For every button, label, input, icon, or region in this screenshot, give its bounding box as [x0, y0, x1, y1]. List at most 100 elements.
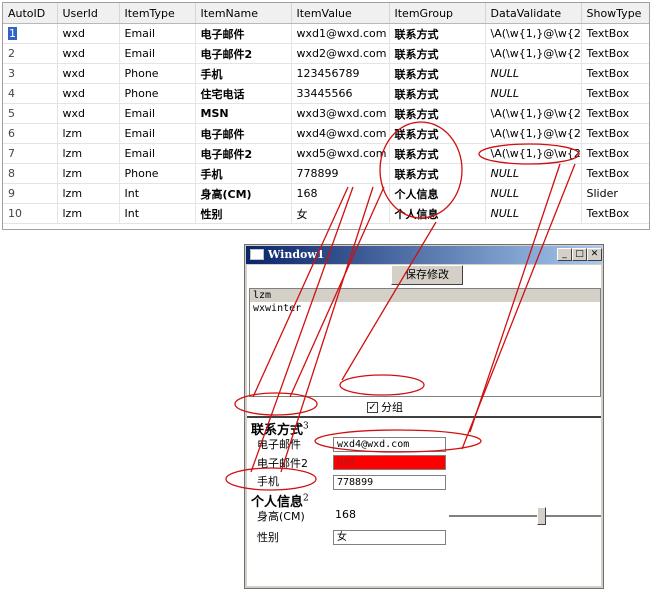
col-header-userid[interactable]: UserId [57, 3, 120, 24]
table-cell[interactable]: 3 [3, 63, 58, 84]
close-button[interactable]: ✕ [587, 248, 602, 261]
table-cell[interactable]: NULL [485, 183, 582, 204]
table-cell[interactable]: \A(\w{1,}@\w{2... [485, 43, 582, 64]
table-cell[interactable]: 电子邮件2 [195, 143, 292, 164]
email2-field[interactable]: ddd [333, 455, 446, 470]
col-header-itemtype[interactable]: ItemType [119, 3, 196, 24]
table-cell[interactable]: Email [119, 103, 196, 124]
table-cell[interactable]: 联系方式 [389, 143, 486, 164]
table-cell[interactable]: 168 [291, 183, 390, 204]
table-cell[interactable]: Phone [119, 63, 196, 84]
table-cell[interactable]: TextBox [581, 143, 649, 164]
table-cell[interactable]: 5 [3, 103, 58, 124]
table-cell[interactable]: Int [119, 203, 196, 224]
table-cell[interactable]: Phone [119, 163, 196, 184]
table-cell[interactable]: 身高(CM) [195, 183, 292, 204]
table-cell[interactable]: Email [119, 23, 196, 44]
table-row[interactable]: 5 wxd Email MSN wxd3@wxd.com 联系方式 \A(\w{1,}@\w… [3, 103, 649, 124]
table-cell[interactable]: 手机 [195, 63, 292, 84]
table-cell[interactable]: wxd [57, 43, 120, 64]
table-cell[interactable]: 9 [3, 183, 58, 204]
table-cell[interactable]: Email [119, 43, 196, 64]
height-slider-track[interactable] [449, 515, 601, 517]
table-row[interactable]: 8 lzm Phone 手机 778899 联系方式 NULL TextBox [3, 163, 649, 184]
table-row[interactable]: 10 lzm Int 性别女个人信息 NULL TextBox [3, 203, 649, 224]
table-cell[interactable]: 联系方式 [389, 63, 486, 84]
table-cell[interactable]: wxd5@wxd.com [291, 143, 390, 164]
table-cell[interactable]: TextBox [581, 123, 649, 144]
table-cell[interactable]: \A(\w{1,}@\w{2... [485, 123, 582, 144]
table-cell[interactable]: Slider [581, 183, 649, 204]
table-cell[interactable]: lzm [57, 183, 120, 204]
table-cell[interactable]: 联系方式 [389, 123, 486, 144]
table-cell[interactable]: NULL [485, 163, 582, 184]
table-row[interactable]: 6 lzm Email 电子邮件 wxd4@wxd.com 联系方式 \A(\w{1,}@\… [3, 123, 649, 144]
table-cell[interactable]: 女 [291, 203, 390, 224]
table-cell[interactable]: Email [119, 123, 196, 144]
table-cell[interactable]: wxd1@wxd.com [291, 23, 390, 44]
table-cell[interactable]: TextBox [581, 203, 649, 224]
table-cell[interactable]: TextBox [581, 103, 649, 124]
col-header-itemname[interactable]: ItemName [195, 3, 292, 24]
table-cell[interactable]: wxd3@wxd.com [291, 103, 390, 124]
height-slider-thumb[interactable] [537, 507, 546, 525]
table-cell[interactable]: 7 [3, 143, 58, 164]
table-cell[interactable]: Email [119, 143, 196, 164]
table-cell[interactable]: 123456789 [291, 63, 390, 84]
table-cell[interactable]: TextBox [581, 63, 649, 84]
gender-field[interactable]: 女 [333, 530, 446, 545]
col-header-itemvalue[interactable]: ItemValue [291, 3, 390, 24]
table-cell[interactable]: NULL [485, 63, 582, 84]
user-list-item-lzm[interactable]: lzm [250, 289, 600, 302]
table-cell[interactable]: 联系方式 [389, 23, 486, 44]
table-cell[interactable]: 联系方式 [389, 163, 486, 184]
col-header-showtype[interactable]: ShowType [581, 3, 649, 24]
table-cell[interactable]: 电子邮件2 [195, 43, 292, 64]
table-row[interactable]: 2 wxd Email 电子邮件2 wxd2@wxd.com 联系方式 \A(\w{1,}@… [3, 43, 649, 64]
table-cell[interactable]: wxd [57, 103, 120, 124]
table-cell[interactable]: \A(\w{1,}@\w{2... [485, 103, 582, 124]
table-cell[interactable]: MSN [195, 103, 292, 124]
data-grid[interactable]: AutoID UserId ItemType ItemName ItemValu… [2, 2, 650, 230]
table-cell[interactable]: 住宅电话 [195, 83, 292, 104]
table-cell[interactable]: 联系方式 [389, 43, 486, 64]
user-listbox[interactable]: lzm wxwinter [249, 288, 601, 397]
table-cell[interactable]: \A(\w{1,}@\w{2... [485, 143, 582, 164]
minimize-button[interactable]: _ [557, 248, 572, 261]
table-cell[interactable]: NULL [485, 203, 582, 224]
checkbox-check-icon[interactable]: ✓ [367, 401, 378, 413]
table-cell[interactable]: 手机 [195, 163, 292, 184]
table-cell[interactable]: 33445566 [291, 83, 390, 104]
table-cell[interactable]: TextBox [581, 43, 649, 64]
table-cell[interactable]: 联系方式 [389, 83, 486, 104]
table-cell[interactable]: 个人信息 [389, 183, 486, 204]
table-cell[interactable]: 电子邮件 [195, 123, 292, 144]
table-row[interactable]: 1 wxd Email 电子邮件 wxd1@wxd.com 联系方式 \A(\w{1,}@\… [3, 23, 649, 44]
save-changes-button[interactable]: 保存修改 [391, 265, 463, 285]
email-field[interactable]: wxd4@wxd.com [333, 437, 446, 452]
group-checkbox[interactable]: ✓ 分组 [367, 399, 403, 415]
col-header-datavalidate[interactable]: DataValidate [485, 3, 582, 24]
table-cell[interactable]: wxd4@wxd.com [291, 123, 390, 144]
table-cell[interactable]: 电子邮件 [195, 23, 292, 44]
table-cell[interactable]: 778899 [291, 163, 390, 184]
table-row[interactable]: 9 lzm Int 身高(CM) 168 个人信息 NULL Slider [3, 183, 649, 204]
col-header-itemgroup[interactable]: ItemGroup [389, 3, 486, 24]
table-cell[interactable]: lzm [57, 163, 120, 184]
table-cell[interactable]: NULL [485, 83, 582, 104]
table-cell[interactable]: Int [119, 183, 196, 204]
user-list-item-wxwinter[interactable]: wxwinter [250, 302, 600, 315]
col-header-autoid[interactable]: AutoID [3, 3, 58, 24]
table-cell[interactable]: 1 [3, 23, 58, 44]
table-cell[interactable]: TextBox [581, 23, 649, 44]
table-row[interactable]: 3 wxd Phone 手机 123456789 联系方式 NULL TextBox [3, 63, 649, 84]
table-cell[interactable]: lzm [57, 143, 120, 164]
table-row[interactable]: 7 lzm Email 电子邮件2 wxd5@wxd.com 联系方式 \A(\w{1,}@… [3, 143, 649, 164]
table-cell[interactable]: lzm [57, 203, 120, 224]
mobile-field[interactable]: 778899 [333, 475, 446, 490]
table-cell[interactable]: Phone [119, 83, 196, 104]
table-row[interactable]: 4 wxd Phone 住宅电话 33445566 联系方式 NULL TextBox [3, 83, 649, 104]
window-titlebar[interactable]: Window1 _ □ ✕ [246, 246, 602, 264]
maximize-button[interactable]: □ [572, 248, 587, 261]
table-cell[interactable]: lzm [57, 123, 120, 144]
